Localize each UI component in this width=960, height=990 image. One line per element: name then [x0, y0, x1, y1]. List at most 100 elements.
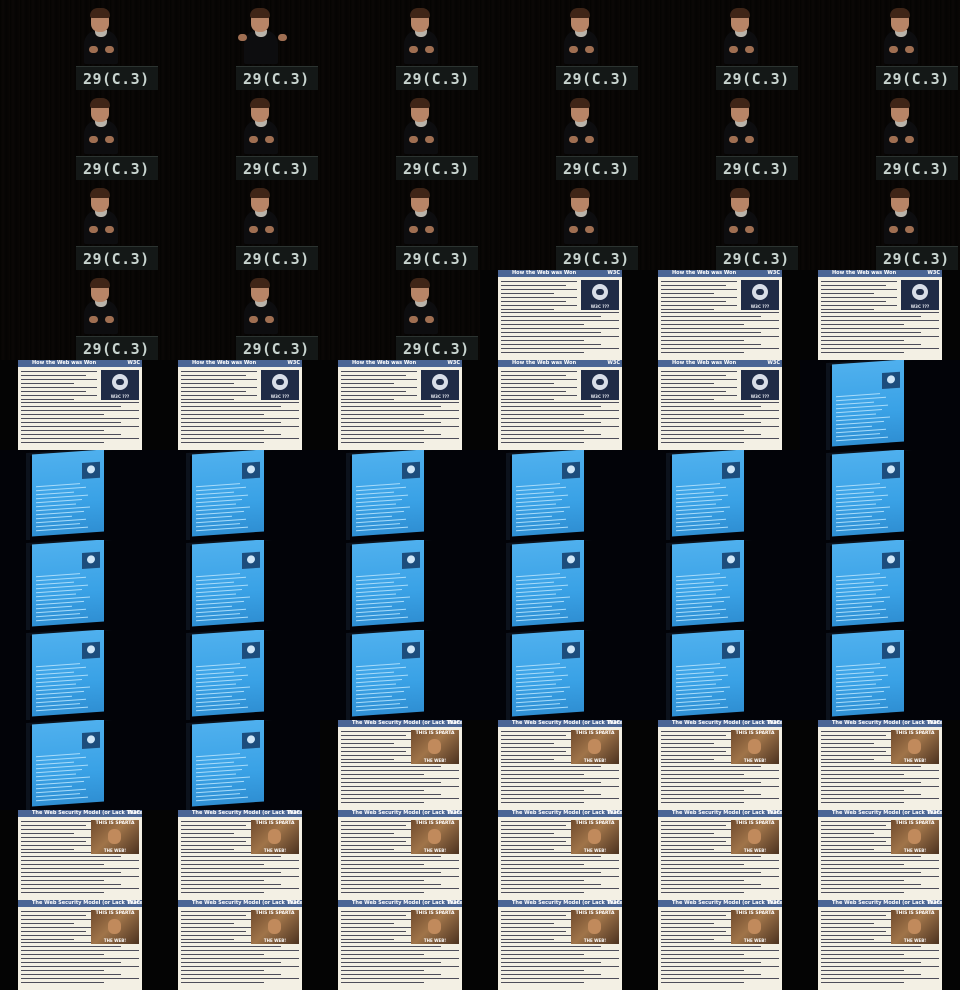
speaker-hand	[249, 316, 258, 323]
slide-text-line	[821, 919, 897, 920]
slide-text-line	[661, 770, 779, 771]
slide-text-line	[501, 786, 619, 787]
slide-frame-security: The Web Security Model (or Lack Thereof)…	[800, 810, 960, 900]
slide-text-lines	[341, 371, 417, 403]
slide-text-line	[836, 695, 872, 700]
slide-text-line	[36, 486, 86, 492]
slide-text-line	[836, 436, 888, 442]
slide-text-line	[21, 974, 122, 975]
slide-text-line	[341, 935, 417, 936]
speaker-frame: 29(C.3)	[640, 0, 800, 90]
speaker-frame: 29(C.3)	[320, 180, 480, 270]
slide-title-bar: The Web Security Model (or Lack Thereof)…	[658, 720, 782, 727]
slide-text-line	[181, 868, 299, 869]
speaker-hair	[410, 8, 430, 18]
slide-text-line	[341, 402, 459, 403]
w3c-emblem-icon	[562, 461, 580, 480]
speaker-hair	[250, 188, 270, 198]
slide-text-line	[676, 706, 728, 712]
slide-text-line	[661, 755, 737, 756]
slide-text-line	[501, 379, 577, 380]
slide-title: How the Web was Won	[352, 360, 417, 366]
slide-text-line	[501, 743, 555, 744]
speaker-hand	[745, 226, 754, 233]
slide-text-lines	[821, 731, 897, 763]
slide-text-line	[676, 510, 724, 516]
w3c-emblem-icon	[242, 461, 260, 480]
slide-text-lines	[21, 402, 139, 446]
slide-text-line	[181, 927, 257, 928]
slide-text-line	[21, 379, 97, 380]
slide-text-line	[501, 794, 602, 795]
speaker-hair	[250, 8, 270, 18]
slide-text-lines	[501, 281, 577, 313]
slide-text-lines	[501, 762, 619, 806]
slide-text-line	[821, 332, 922, 333]
speaker-hand	[265, 316, 274, 323]
slide-text-line	[661, 919, 737, 920]
slide-title-bar: The Web Security Model (or Lack Thereof)…	[498, 720, 622, 727]
slide-text-line	[36, 780, 84, 786]
slide-text-line	[821, 312, 939, 313]
slide-text-line	[501, 399, 555, 400]
slide-text-line	[196, 785, 232, 790]
speaker-hair	[90, 8, 110, 18]
podium: 29(C.3)	[556, 156, 638, 180]
podium: 29(C.3)	[396, 336, 478, 360]
meme-bottom-text: THE WEB!	[743, 758, 767, 763]
slide-frame-security: The Web Security Model (or Lack Thereof)…	[320, 810, 480, 900]
podium-label: 29(C.3)	[243, 340, 310, 358]
slide-title-bar: The Web Security Model (or Lack Thereof)…	[818, 810, 942, 817]
slide-text-line	[341, 892, 424, 893]
meme-face	[908, 739, 921, 754]
slide-title: The Web Security Model (or Lack Thereof)	[832, 810, 942, 816]
speaker-figure	[552, 184, 608, 246]
projected-slide-frame	[800, 450, 960, 540]
slide-text-line	[661, 312, 779, 313]
slide-title-bar: How the Web was Won W3C	[338, 360, 462, 367]
slide-text-line	[196, 515, 232, 520]
slide-text-line	[341, 888, 459, 889]
slide-text-lines	[661, 371, 737, 403]
slide-text-line	[341, 849, 395, 850]
slide-text-line	[661, 344, 762, 345]
slide-text-lines	[181, 821, 257, 853]
video-frame-contact-sheet: 29(C.3) 29(C.3) 29(C.3) 29(C.3) 29(C.3) 29(C.…	[0, 0, 960, 990]
slide-text-line	[341, 383, 395, 384]
slide-text-line	[341, 966, 459, 967]
slide-text-line	[36, 785, 72, 790]
emblem-disc	[432, 374, 448, 390]
slide-text-line	[341, 864, 424, 865]
slide-text-line	[661, 876, 779, 877]
projection-screen	[192, 540, 264, 627]
speaker-hair	[730, 188, 750, 198]
meme-top-text: THIS IS SPARTA	[735, 821, 775, 826]
slide-text-line	[676, 666, 726, 672]
slide-text-line	[341, 766, 442, 767]
slide-text-lines	[661, 731, 737, 763]
podium-label: 29(C.3)	[723, 70, 790, 88]
slide-text-line	[181, 962, 282, 963]
slide-text-line	[341, 442, 424, 443]
slide-text-line	[501, 391, 566, 392]
speaker-frame: 29(C.3)	[160, 90, 320, 180]
speaker-hand	[905, 46, 914, 53]
slide-text-line	[516, 515, 552, 520]
speaker-hair	[410, 278, 430, 288]
slide-text-line	[661, 860, 779, 861]
slide-text-line	[21, 833, 75, 834]
slide-text-line	[836, 605, 872, 610]
slide-text-line	[341, 868, 459, 869]
speaker-frame: 29(C.3)	[160, 0, 320, 90]
slide-text-line	[501, 774, 584, 775]
slide-text-line	[821, 770, 939, 771]
slide-text-line	[661, 946, 762, 947]
slide-text-line	[181, 825, 246, 826]
slide-text-line	[341, 872, 442, 873]
projected-slide-frame	[0, 720, 160, 810]
slide-text-line	[36, 773, 76, 778]
slide-title: How the Web was Won	[32, 360, 97, 366]
slide-text-line	[501, 872, 602, 873]
slide-text-line	[181, 856, 282, 857]
projection-screen	[832, 630, 904, 717]
